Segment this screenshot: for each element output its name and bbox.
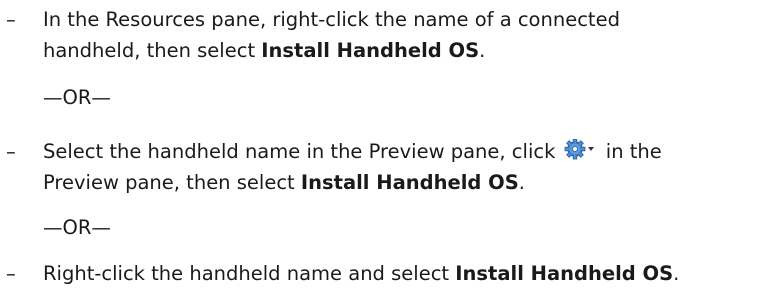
step-text-segment: . [479, 39, 486, 62]
step-text-segment: in the [599, 140, 662, 163]
or-separator: —OR— [43, 216, 111, 239]
step-item-1: – In the Resources pane, right-click the… [0, 4, 757, 68]
step-text: In the Resources pane, right-click the n… [43, 4, 743, 66]
step-text-segment: handheld, then select [43, 39, 262, 62]
step-text-segment: Select the handheld name in the Preview … [43, 140, 562, 163]
menu-command: Install Handheld OS [300, 171, 519, 194]
step-line: In the Resources pane, right-click the n… [43, 8, 620, 31]
step-line: Preview pane, then select Install Handhe… [43, 167, 743, 198]
step-bullet: – [6, 8, 16, 31]
step-item-2: – Select the handheld name in the Previe… [0, 136, 757, 200]
menu-command: Install Handheld OS [455, 262, 674, 285]
step-line: handheld, then select Install Handheld O… [43, 35, 743, 66]
step-text-segment: . [673, 262, 680, 285]
step-text: Select the handheld name in the Preview … [43, 136, 743, 198]
step-line: Right-click the handheld name and select… [43, 258, 743, 289]
step-text-segment: Right-click the handheld name and select [43, 262, 456, 285]
step-bullet: – [6, 140, 16, 163]
or-separator: —OR— [43, 86, 111, 109]
step-text: Right-click the handheld name and select… [43, 258, 743, 289]
step-text-segment: Preview pane, then select [43, 171, 301, 194]
step-line: Select the handheld name in the Preview … [43, 136, 743, 167]
step-text-segment: . [518, 171, 525, 194]
gear-dropdown-icon [564, 139, 598, 161]
step-item-3: – Right-click the handheld name and sele… [0, 258, 757, 290]
menu-command: Install Handheld OS [261, 39, 480, 62]
step-bullet: – [6, 262, 16, 285]
